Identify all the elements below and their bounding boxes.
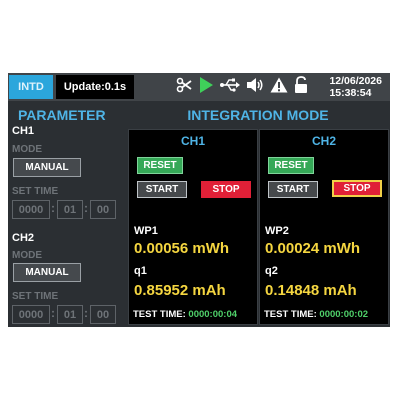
- ch2-time-separator: :: [51, 306, 55, 320]
- ch1-panel: CH1 RESET START STOP WP1 0.00056 mWh q1 …: [128, 129, 258, 325]
- ch1-time-separator: :: [51, 201, 55, 215]
- ch2-panel: CH2 RESET START STOP WP2 0.00024 mWh q2 …: [259, 129, 389, 325]
- ch1-q-value: 0.85952 mAh: [134, 282, 226, 299]
- ch2-mode-select[interactable]: MANUAL: [13, 263, 81, 282]
- ch2-test-time-value: 0000:00:02: [319, 309, 369, 320]
- ch2-reset-button[interactable]: RESET: [268, 157, 314, 174]
- ch2-time-minutes[interactable]: 01: [57, 305, 83, 324]
- ch1-time-separator: :: [84, 201, 88, 215]
- mode-badge[interactable]: INTD: [9, 75, 53, 99]
- ch2-test-time: TEST TIME: 0000:00:02: [264, 309, 368, 320]
- ch1-time-minutes[interactable]: 01: [57, 200, 83, 219]
- play-icon[interactable]: [198, 76, 214, 99]
- ch1-reset-button[interactable]: RESET: [137, 157, 183, 174]
- ch2-set-time-label: SET TIME: [12, 291, 59, 302]
- ch2-start-button[interactable]: START: [268, 181, 318, 198]
- usb-icon: [220, 78, 240, 97]
- ch2-name: CH2: [311, 134, 336, 148]
- ch2-wp-value: 0.00024 mWh: [265, 240, 361, 257]
- ch2-test-time-label: TEST TIME:: [264, 309, 317, 320]
- date-text: 12/06/2026: [329, 75, 382, 87]
- status-icons: [176, 75, 308, 99]
- ch2-q-value: 0.14848 mAh: [265, 282, 357, 299]
- ch2-label: CH2: [12, 232, 35, 244]
- ch1-stop-button[interactable]: STOP: [201, 181, 251, 198]
- ch1-mode-select[interactable]: MANUAL: [13, 158, 81, 177]
- speaker-icon[interactable]: [246, 77, 264, 98]
- device-screen: INTD Update:0.1s 12/06/2026 15:38:54 PAR…: [8, 73, 390, 327]
- ch2-time-hours[interactable]: 0000: [12, 305, 50, 324]
- ch1-name: CH1: [180, 134, 205, 148]
- ch1-label: CH1: [12, 125, 35, 137]
- ch1-q-label: q1: [134, 265, 147, 277]
- parameter-panel: PARAMETER CH1 MODE MANUAL SET TIME 0000 …: [8, 101, 126, 327]
- time-text: 15:38:54: [329, 87, 372, 99]
- ch1-wp-value: 0.00056 mWh: [134, 240, 230, 257]
- ch2-time-separator: :: [84, 306, 88, 320]
- ch1-test-time-label: TEST TIME:: [133, 309, 186, 320]
- ch2-wp-label: WP2: [265, 225, 289, 237]
- top-bar: INTD Update:0.1s 12/06/2026 15:38:54: [8, 73, 390, 101]
- ch2-time-seconds[interactable]: 00: [90, 305, 116, 324]
- ch1-wp-label: WP1: [134, 225, 158, 237]
- integration-mode-title: INTEGRATION MODE: [187, 107, 329, 123]
- ch1-test-time: TEST TIME: 0000:00:04: [133, 309, 237, 320]
- update-rate[interactable]: Update:0.1s: [56, 75, 134, 99]
- unlock-icon[interactable]: [294, 75, 308, 99]
- ch1-time-seconds[interactable]: 00: [90, 200, 116, 219]
- warning-icon: [270, 77, 288, 98]
- ch1-test-time-value: 0000:00:04: [188, 309, 238, 320]
- integration-panel: INTEGRATION MODE CH1 RESET START STOP WP…: [126, 101, 390, 327]
- ch2-q-label: q2: [265, 265, 278, 277]
- ch1-mode-label: MODE: [12, 144, 42, 155]
- ch1-set-time-label: SET TIME: [12, 186, 59, 197]
- ch1-start-button[interactable]: START: [137, 181, 187, 198]
- ch1-time-hours[interactable]: 0000: [12, 200, 50, 219]
- scissors-icon[interactable]: [176, 77, 192, 98]
- date-time: 12/06/2026 15:38:54: [329, 75, 382, 99]
- ch2-mode-label: MODE: [12, 250, 42, 261]
- ch2-stop-button[interactable]: STOP: [332, 180, 382, 197]
- parameter-title: PARAMETER: [18, 107, 106, 123]
